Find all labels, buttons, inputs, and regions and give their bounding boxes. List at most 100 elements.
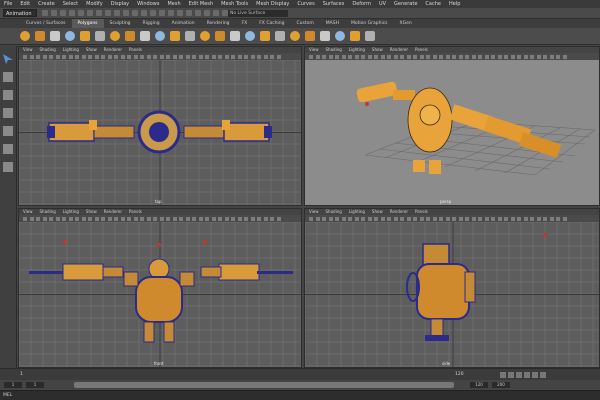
- panel-tool-icon[interactable]: [348, 54, 352, 59]
- shelf-tab-xgen[interactable]: XGen: [394, 19, 418, 28]
- fill-hole-icon[interactable]: [290, 31, 300, 41]
- command-line[interactable]: MEL: [0, 390, 600, 400]
- panel-tool-icon[interactable]: [361, 216, 365, 221]
- panel-tool-icon[interactable]: [244, 216, 248, 221]
- range-start-field[interactable]: 1: [4, 382, 22, 388]
- panel-tool-icon[interactable]: [328, 216, 333, 221]
- panel-tool-icon[interactable]: [49, 54, 53, 59]
- status-tool-icon[interactable]: [177, 10, 183, 16]
- range-slider[interactable]: 1 1 120 200: [0, 380, 600, 390]
- torus-icon[interactable]: [95, 31, 105, 41]
- panel-tool-icon[interactable]: [413, 54, 417, 59]
- shelf-tab-custom[interactable]: Custom: [291, 19, 320, 28]
- status-tool-icon[interactable]: [51, 10, 57, 16]
- panel-tool-icon[interactable]: [354, 54, 359, 59]
- panel-tool-icon[interactable]: [244, 54, 248, 59]
- panel-tool-icon[interactable]: [250, 54, 255, 59]
- panel-tool-icon[interactable]: [211, 54, 216, 59]
- panel-tool-icon[interactable]: [114, 54, 118, 59]
- panel-tool-icon[interactable]: [562, 54, 567, 59]
- menu-mesh-tools[interactable]: Mesh Tools: [221, 1, 248, 7]
- panel-tool-icon[interactable]: [354, 216, 359, 221]
- panel-menu-show[interactable]: Show: [86, 47, 97, 52]
- panel-menu-shading[interactable]: Shading: [40, 209, 56, 214]
- panel-tool-icon[interactable]: [322, 216, 326, 221]
- panel-tool-icon[interactable]: [263, 216, 268, 221]
- panel-tool-icon[interactable]: [270, 54, 274, 59]
- time-slider[interactable]: 1 120: [0, 368, 600, 380]
- panel-tool-icon[interactable]: [179, 216, 183, 221]
- panel-tool-icon[interactable]: [133, 54, 138, 59]
- panel-menu-view[interactable]: View: [309, 47, 319, 52]
- panel-tool-icon[interactable]: [120, 216, 125, 221]
- status-tool-icon[interactable]: [60, 10, 66, 16]
- panel-tool-icon[interactable]: [237, 54, 242, 59]
- panel-tool-icon[interactable]: [549, 216, 554, 221]
- panel-tool-icon[interactable]: [75, 54, 79, 59]
- menu-edit-mesh[interactable]: Edit Mesh: [189, 1, 213, 7]
- cube-icon[interactable]: [35, 31, 45, 41]
- panel-tool-icon[interactable]: [504, 216, 508, 221]
- viewport-persp[interactable]: View Shading Lighting Show Renderer Panels pe…: [304, 46, 600, 206]
- panel-tool-icon[interactable]: [81, 54, 86, 59]
- panel-tool-icon[interactable]: [68, 54, 73, 59]
- panel-tool-icon[interactable]: [62, 54, 66, 59]
- panel-tool-icon[interactable]: [153, 216, 157, 221]
- disc-icon[interactable]: [110, 31, 120, 41]
- panel-tool-icon[interactable]: [536, 216, 541, 221]
- panel-menu-renderer[interactable]: Renderer: [390, 209, 408, 214]
- range-total-field[interactable]: 200: [492, 382, 510, 388]
- status-tool-icon[interactable]: [42, 10, 48, 16]
- shelf-tab-rendering[interactable]: Rendering: [201, 19, 236, 28]
- panel-tool-icon[interactable]: [478, 216, 482, 221]
- panel-tool-icon[interactable]: [445, 54, 450, 59]
- shelf-tab-rigging[interactable]: Rigging: [137, 19, 166, 28]
- panel-tool-icon[interactable]: [107, 216, 112, 221]
- shelf-tab-motion-graphics[interactable]: Motion Graphics: [345, 19, 394, 28]
- menu-help[interactable]: Help: [449, 1, 460, 7]
- panel-tool-icon[interactable]: [192, 54, 196, 59]
- panel-tool-icon[interactable]: [419, 54, 424, 59]
- panel-tool-icon[interactable]: [374, 54, 378, 59]
- panel-tool-icon[interactable]: [432, 216, 437, 221]
- cone-icon[interactable]: [65, 31, 75, 41]
- panel-tool-icon[interactable]: [192, 216, 196, 221]
- panel-menu-renderer[interactable]: Renderer: [104, 47, 122, 52]
- panel-tool-icon[interactable]: [406, 216, 411, 221]
- status-tool-icon[interactable]: [168, 10, 174, 16]
- persp-view-canvas[interactable]: [305, 60, 600, 205]
- panel-tool-icon[interactable]: [42, 54, 47, 59]
- panel-tool-icon[interactable]: [367, 216, 372, 221]
- panel-tool-icon[interactable]: [510, 216, 515, 221]
- panel-tool-icon[interactable]: [42, 216, 47, 221]
- panel-menu-lighting[interactable]: Lighting: [63, 47, 79, 52]
- panel-tool-icon[interactable]: [562, 216, 567, 221]
- panel-tool-icon[interactable]: [471, 216, 476, 221]
- panel-tool-icon[interactable]: [497, 216, 502, 221]
- menu-cache[interactable]: Cache: [425, 1, 441, 7]
- shelf-tab-polygons[interactable]: Polygons: [71, 19, 104, 28]
- panel-tool-icon[interactable]: [530, 54, 534, 59]
- shelf-tab-fx-caching[interactable]: FX Caching: [253, 19, 290, 28]
- mirror-icon[interactable]: [215, 31, 225, 41]
- sew-icon[interactable]: [350, 31, 360, 41]
- panel-tool-icon[interactable]: [328, 54, 333, 59]
- panel-menu-panels[interactable]: Panels: [415, 47, 428, 52]
- rotate-tool-icon[interactable]: [3, 126, 13, 136]
- panel-tool-icon[interactable]: [55, 54, 60, 59]
- panel-tool-icon[interactable]: [315, 216, 320, 221]
- move-tool-icon[interactable]: [3, 108, 13, 118]
- panel-tool-icon[interactable]: [380, 216, 385, 221]
- panel-tool-icon[interactable]: [133, 216, 138, 221]
- status-tool-icon[interactable]: [195, 10, 201, 16]
- panel-tool-icon[interactable]: [107, 54, 112, 59]
- status-tool-icon[interactable]: [69, 10, 75, 16]
- menu-generate[interactable]: Generate: [394, 1, 417, 7]
- status-tool-icon[interactable]: [132, 10, 138, 16]
- menu-set-dropdown[interactable]: Animation: [3, 9, 37, 17]
- panel-tool-icon[interactable]: [237, 216, 242, 221]
- panel-tool-icon[interactable]: [166, 54, 170, 59]
- menu-modify[interactable]: Modify: [86, 1, 103, 7]
- panel-tool-icon[interactable]: [198, 54, 203, 59]
- panel-tool-icon[interactable]: [231, 216, 235, 221]
